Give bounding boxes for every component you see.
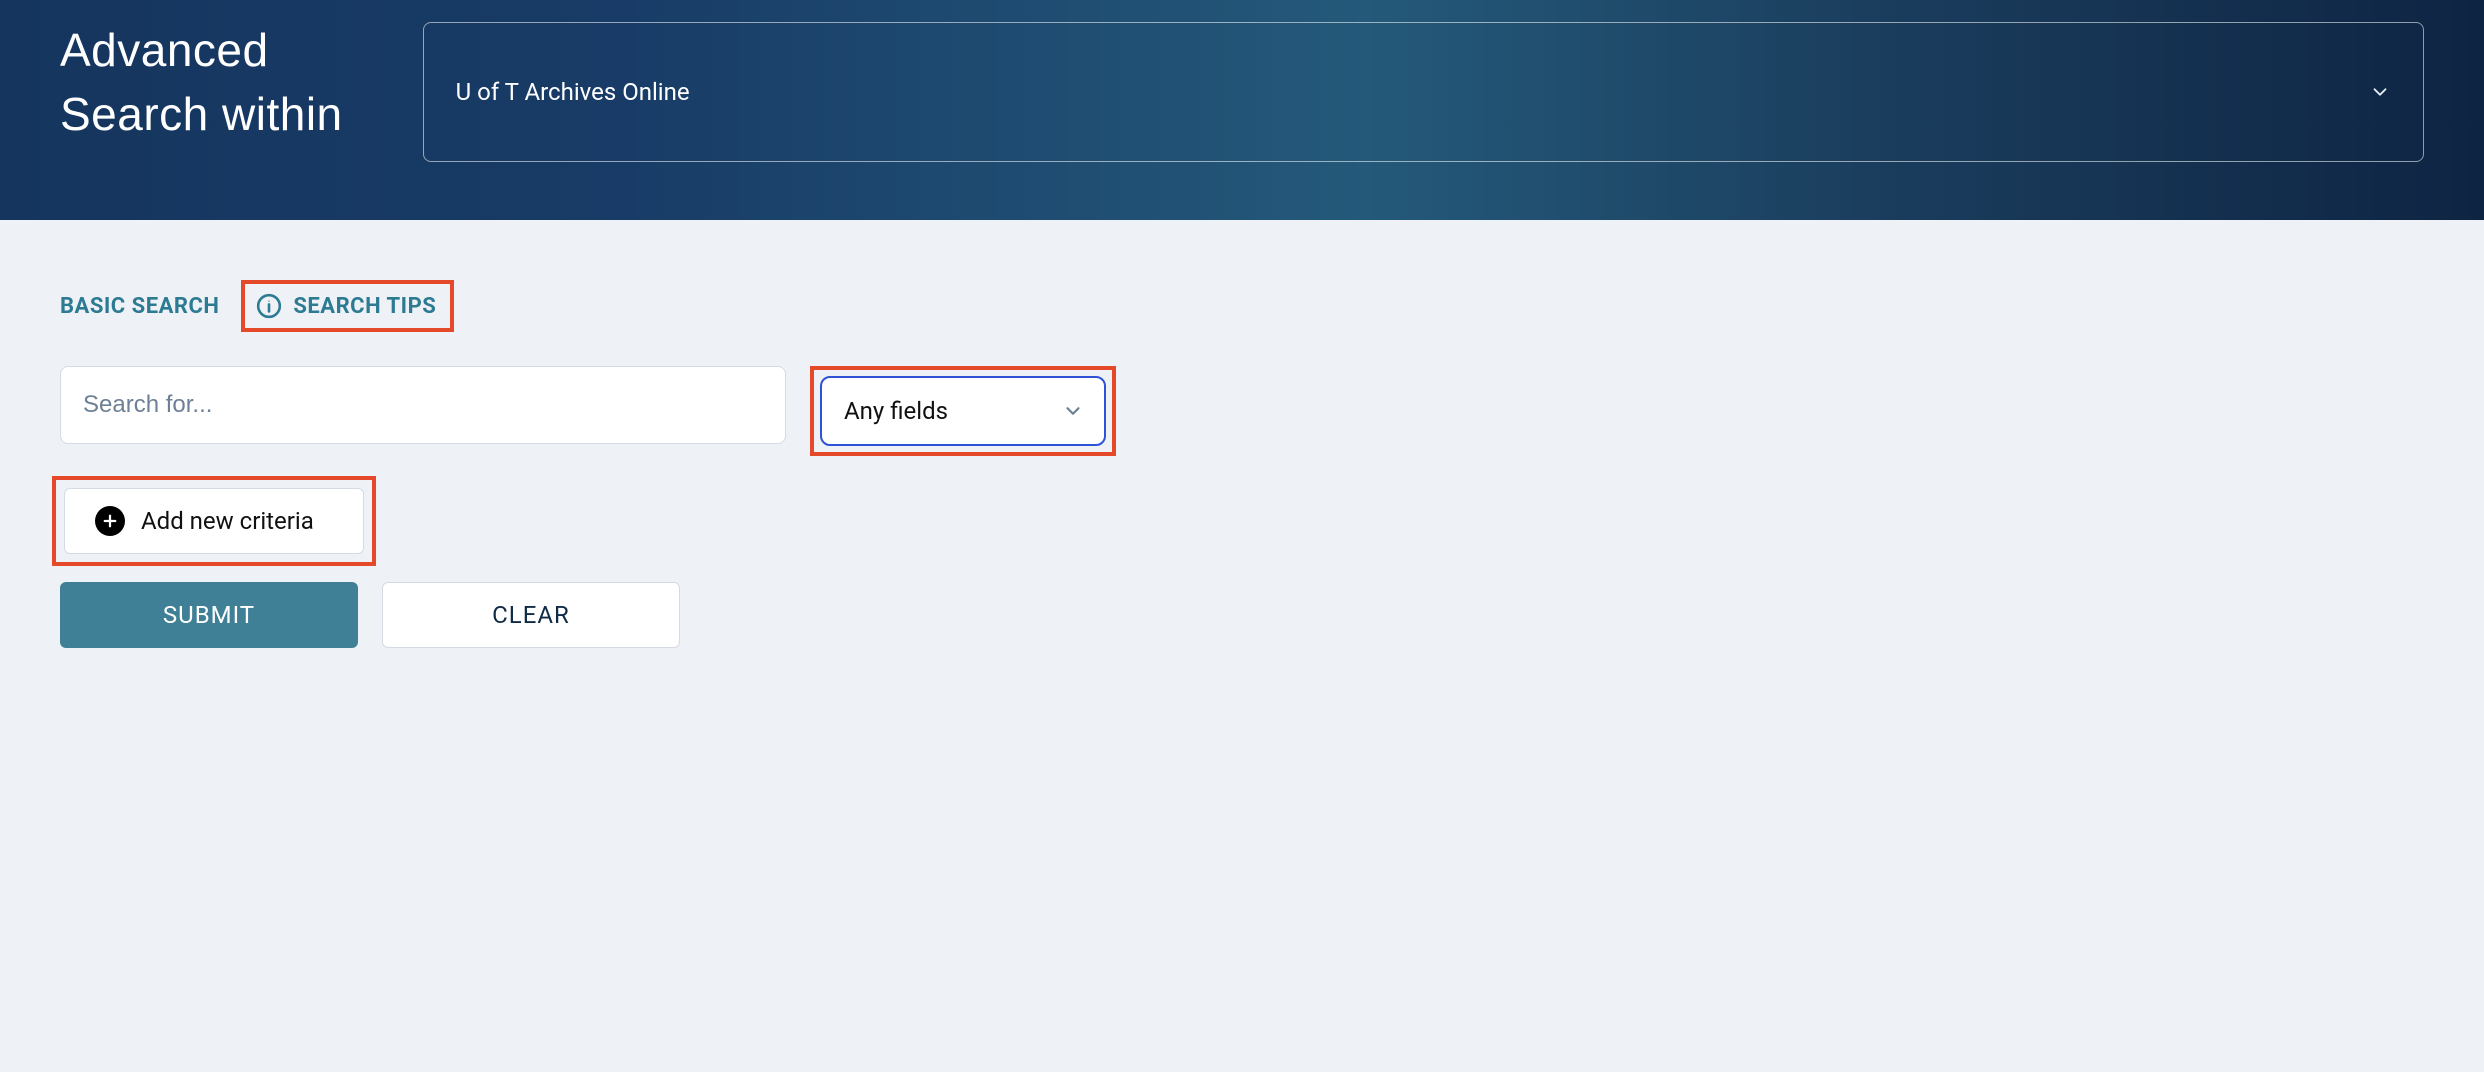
chevron-down-icon [2369, 81, 2391, 103]
banner-title-line2: Search within [60, 82, 343, 146]
plus-circle-icon [95, 506, 125, 536]
banner-title-line1: Advanced [60, 18, 343, 82]
info-icon [255, 292, 283, 320]
submit-button[interactable]: SUBMIT [60, 582, 358, 648]
search-scope-select[interactable]: U of T Archives Online [423, 22, 2424, 162]
advanced-search-banner: Advanced Search within U of T Archives O… [0, 0, 2484, 220]
add-criteria-button[interactable]: Add new criteria [64, 488, 364, 554]
tab-row: BASIC SEARCH SEARCH TIPS [60, 280, 2424, 332]
add-criteria-highlight: Add new criteria [52, 476, 376, 566]
action-row: SUBMIT CLEAR [60, 582, 2424, 648]
field-select-value: Any fields [844, 397, 948, 425]
basic-search-link[interactable]: BASIC SEARCH [60, 294, 219, 319]
chevron-down-icon [1062, 400, 1084, 422]
clear-button[interactable]: CLEAR [382, 582, 680, 648]
field-select-highlight: Any fields [810, 366, 1116, 456]
search-form-area: BASIC SEARCH SEARCH TIPS Any fields [0, 220, 2484, 688]
banner-title: Advanced Search within [60, 18, 343, 147]
search-tips-link[interactable]: SEARCH TIPS [293, 294, 436, 319]
criteria-row: Any fields [60, 366, 2424, 456]
submit-button-label: SUBMIT [163, 601, 255, 629]
add-criteria-label: Add new criteria [141, 507, 314, 535]
field-select[interactable]: Any fields [820, 376, 1106, 446]
search-input[interactable] [60, 366, 786, 444]
clear-button-label: CLEAR [492, 601, 570, 629]
search-tips-highlight: SEARCH TIPS [241, 280, 454, 332]
search-scope-value: U of T Archives Online [456, 78, 690, 106]
